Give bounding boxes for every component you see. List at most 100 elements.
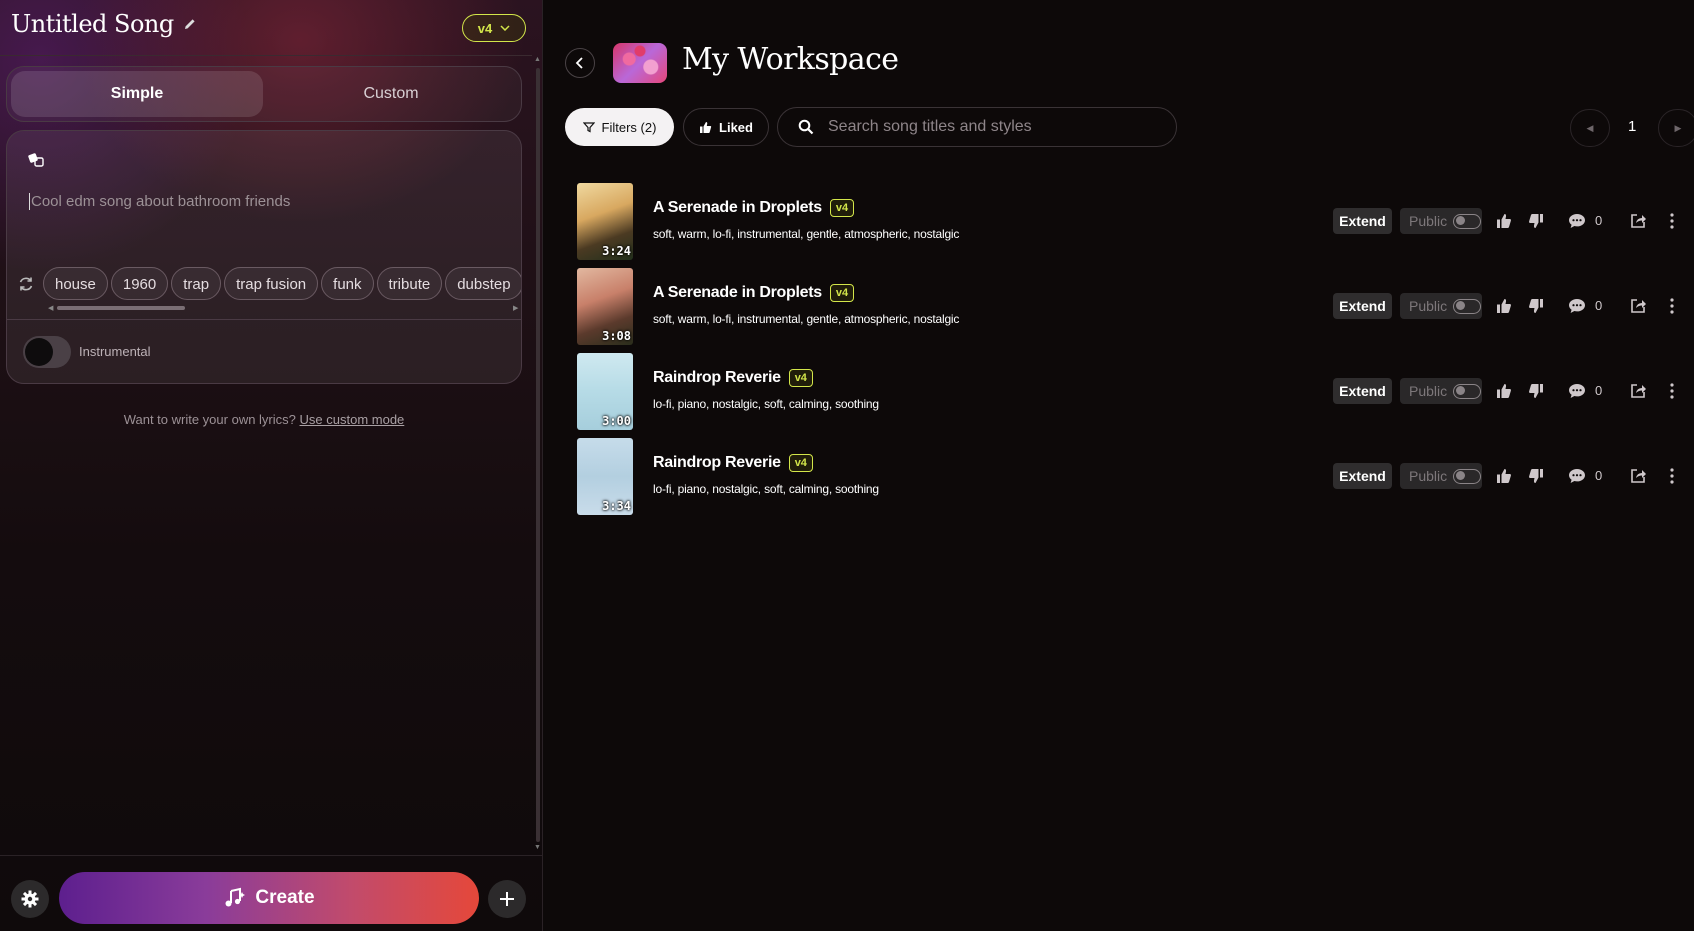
thumbs-up-icon[interactable] <box>1496 383 1512 399</box>
filters-label: Filters (2) <box>601 119 657 135</box>
scroll-up-arrow[interactable]: ▲ <box>534 56 541 63</box>
editor-panel: Untitled Song v4 Simple Custom Cool edm … <box>0 0 543 931</box>
scroll-right-arrow[interactable]: ▶ <box>513 304 518 312</box>
create-label: Create <box>255 887 315 908</box>
share-icon[interactable] <box>1630 383 1647 399</box>
thumbs-up-icon[interactable] <box>1496 468 1512 484</box>
thumbs-up-icon[interactable] <box>1496 298 1512 314</box>
dice-icon[interactable] <box>27 151 47 169</box>
search-input[interactable] <box>826 117 1170 137</box>
thumbs-down-icon[interactable] <box>1528 213 1544 229</box>
comment-icon[interactable] <box>1568 213 1586 229</box>
song-cover[interactable]: 3:08 <box>577 268 633 345</box>
song-duration: 3:08 <box>602 329 631 343</box>
song-row[interactable]: 3:24 A Serenade in Droplets v4 soft, war… <box>576 182 1694 267</box>
add-button[interactable] <box>488 880 526 918</box>
scroll-down-arrow[interactable]: ▼ <box>534 844 541 851</box>
public-label: Public <box>1409 383 1448 399</box>
style-tag[interactable]: trap <box>171 267 222 300</box>
caret-right-icon: ▶ <box>1674 122 1682 133</box>
public-label: Public <box>1409 468 1448 484</box>
song-title[interactable]: Untitled Song <box>11 10 198 38</box>
pencil-icon[interactable] <box>182 16 198 32</box>
song-row[interactable]: 3:34 Raindrop Reverie v4 lo-fi, piano, n… <box>576 437 1694 522</box>
style-tags: house 1960 trap trap fusion funk tribute dubst… <box>43 267 521 303</box>
share-icon[interactable] <box>1630 213 1647 229</box>
thumbs-down-icon[interactable] <box>1528 383 1544 399</box>
custom-mode-link[interactable]: Use custom mode <box>300 412 405 427</box>
back-button[interactable] <box>565 48 595 78</box>
song-title[interactable]: Raindrop Reverie <box>653 369 781 387</box>
more-vertical-icon[interactable] <box>1669 297 1675 315</box>
thumbs-down-icon[interactable] <box>1528 298 1544 314</box>
song-cover[interactable]: 3:00 <box>577 353 633 430</box>
tab-simple[interactable]: Simple <box>11 71 263 117</box>
toggle-switch-icon <box>1453 213 1482 229</box>
public-toggle[interactable]: Public <box>1400 463 1482 489</box>
comment-icon[interactable] <box>1568 383 1586 399</box>
style-tag[interactable]: 1960 <box>110 267 169 300</box>
model-version-select[interactable]: v4 <box>462 14 526 42</box>
song-cover[interactable]: 3:24 <box>577 183 633 260</box>
comment-icon[interactable] <box>1568 298 1586 314</box>
more-vertical-icon[interactable] <box>1669 212 1675 230</box>
song-title[interactable]: A Serenade in Droplets <box>653 199 822 217</box>
liked-label: Liked <box>719 119 753 135</box>
song-title[interactable]: A Serenade in Droplets <box>653 284 822 302</box>
comment-icon[interactable] <box>1568 468 1586 484</box>
share-icon[interactable] <box>1630 468 1647 484</box>
song-row[interactable]: 3:08 A Serenade in Droplets v4 soft, war… <box>576 267 1694 352</box>
filters-button[interactable]: Filters (2) <box>565 108 674 146</box>
next-page-button[interactable]: ▶ <box>1658 109 1694 147</box>
vertical-scrollbar[interactable] <box>536 68 540 842</box>
more-vertical-icon[interactable] <box>1669 382 1675 400</box>
song-description-input[interactable]: Cool edm song about bathroom friends <box>29 193 290 210</box>
lyrics-hint: Want to write your own lyrics? Use custo… <box>0 412 528 427</box>
extend-button[interactable]: Extend <box>1333 293 1392 319</box>
song-styles: soft, warm, lo-fi, instrumental, gentle,… <box>653 312 960 326</box>
extend-button[interactable]: Extend <box>1333 208 1392 234</box>
song-cover[interactable]: 3:34 <box>577 438 633 515</box>
song-styles: lo-fi, piano, nostalgic, soft, calming, … <box>653 397 879 411</box>
workspace-thumbnail <box>613 43 667 83</box>
filter-icon <box>582 122 595 133</box>
song-title[interactable]: Raindrop Reverie <box>653 454 781 472</box>
page-number: 1 <box>1628 118 1637 135</box>
style-tag[interactable]: tribute <box>376 267 443 300</box>
song-row[interactable]: 3:00 Raindrop Reverie v4 lo-fi, piano, n… <box>576 352 1694 437</box>
thumbs-up-icon[interactable] <box>1496 213 1512 229</box>
toggle-switch-icon <box>1453 383 1482 399</box>
page-title: My Workspace <box>682 42 899 77</box>
comment-count: 0 <box>1595 468 1603 483</box>
tab-custom[interactable]: Custom <box>265 71 517 117</box>
public-toggle[interactable]: Public <box>1400 378 1482 404</box>
extend-button[interactable]: Extend <box>1333 463 1392 489</box>
more-vertical-icon[interactable] <box>1669 467 1675 485</box>
share-icon[interactable] <box>1630 298 1647 314</box>
public-label: Public <box>1409 213 1448 229</box>
card-divider <box>7 319 521 320</box>
thumbs-down-icon[interactable] <box>1528 468 1544 484</box>
style-tag[interactable]: trap fusion <box>224 267 319 300</box>
refresh-icon[interactable] <box>17 275 35 293</box>
extend-button[interactable]: Extend <box>1333 378 1392 404</box>
liked-button[interactable]: Liked <box>683 108 769 146</box>
tags-scrollbar[interactable] <box>57 306 185 310</box>
song-styles: lo-fi, piano, nostalgic, soft, calming, … <box>653 482 879 496</box>
previous-page-button[interactable]: ◀ <box>1570 109 1610 147</box>
scroll-left-arrow[interactable]: ◀ <box>48 304 53 312</box>
public-toggle[interactable]: Public <box>1400 208 1482 234</box>
song-title-row: Raindrop Reverie v4 <box>653 454 813 472</box>
song-duration: 3:34 <box>602 499 631 513</box>
public-toggle[interactable]: Public <box>1400 293 1482 319</box>
instrumental-toggle[interactable] <box>23 336 71 368</box>
song-title-row: A Serenade in Droplets v4 <box>653 284 855 302</box>
style-tag[interactable]: dubstep <box>445 267 521 300</box>
create-button[interactable]: Create <box>59 872 479 924</box>
search-box[interactable] <box>777 107 1177 147</box>
style-tag[interactable]: funk <box>321 267 374 300</box>
toggle-switch-icon <box>1453 298 1482 314</box>
song-title-row: Raindrop Reverie v4 <box>653 369 813 387</box>
settings-button[interactable] <box>11 880 49 918</box>
style-tag[interactable]: house <box>43 267 108 300</box>
